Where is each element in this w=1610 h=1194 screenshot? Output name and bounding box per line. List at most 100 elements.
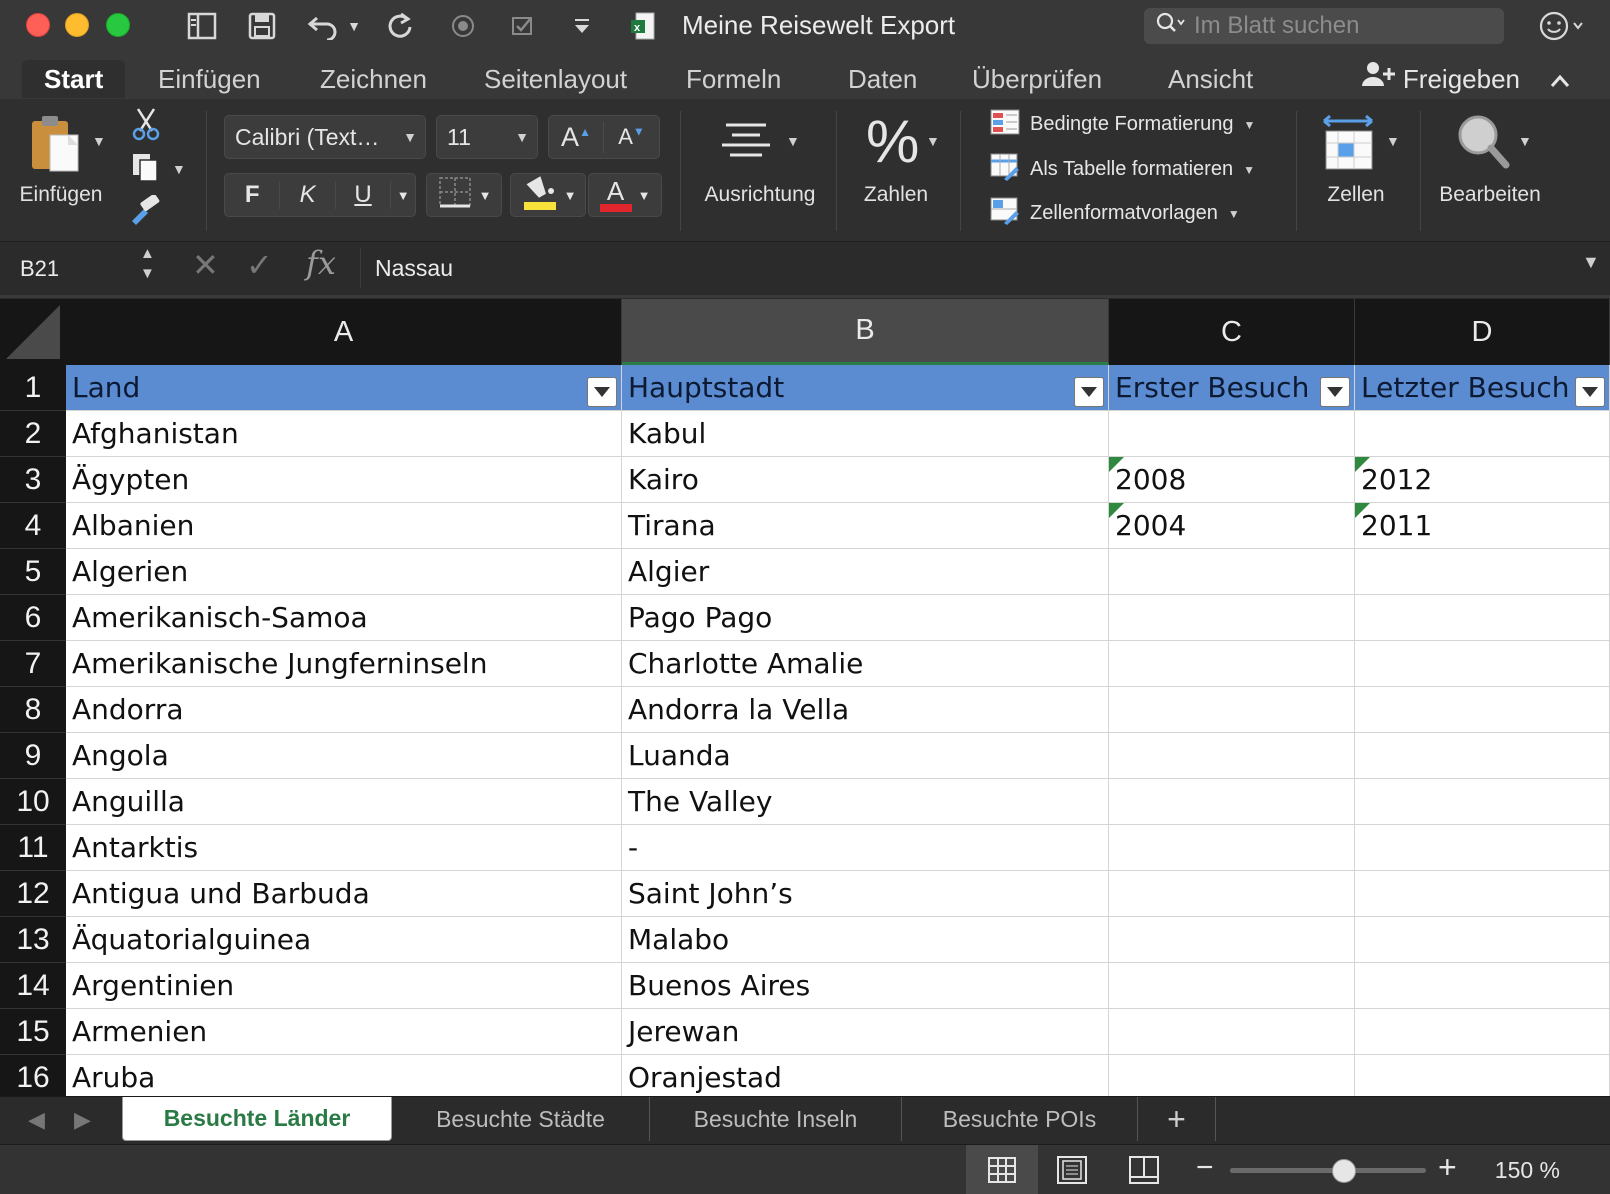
- table-header-cell[interactable]: Letzter Besuch: [1355, 365, 1610, 411]
- row-header[interactable]: 2: [0, 411, 66, 457]
- filter-dropdown-icon[interactable]: [1575, 377, 1605, 407]
- underline-dropdown-icon[interactable]: ▼: [391, 188, 415, 203]
- format-painter-icon[interactable]: [128, 193, 162, 230]
- cells-dropdown-icon[interactable]: ▼: [1386, 133, 1400, 149]
- tab-ueberpruefen[interactable]: Überprüfen: [950, 60, 1124, 98]
- cell-letzter-besuch[interactable]: 2011: [1355, 503, 1610, 549]
- page-layout-view-icon[interactable]: [1056, 1155, 1088, 1190]
- tab-formeln[interactable]: Formeln: [664, 60, 803, 98]
- page-break-view-icon[interactable]: [1128, 1155, 1160, 1190]
- cell-land[interactable]: Antigua und Barbuda: [66, 871, 622, 917]
- format-as-table-button[interactable]: Als Tabelle formatieren ▼: [990, 153, 1255, 186]
- cut-icon[interactable]: [130, 107, 162, 146]
- row-header[interactable]: 16: [0, 1055, 66, 1096]
- borders-button[interactable]: ▼: [426, 173, 502, 217]
- tab-ansicht[interactable]: Ansicht: [1146, 60, 1275, 98]
- sheet-search-input[interactable]: Im Blatt suchen: [1144, 8, 1504, 44]
- cancel-entry-icon[interactable]: ✕: [192, 246, 219, 284]
- filter-dropdown-icon[interactable]: [1074, 377, 1104, 407]
- filter-dropdown-icon[interactable]: [587, 377, 617, 407]
- cell-land[interactable]: Äquatorialguinea: [66, 917, 622, 963]
- row-header[interactable]: 15: [0, 1009, 66, 1055]
- zoom-window-button[interactable]: [106, 13, 130, 37]
- underline-button[interactable]: U: [336, 181, 392, 209]
- cell-hauptstadt[interactable]: Kairo: [622, 457, 1109, 503]
- row-header[interactable]: 8: [0, 687, 66, 733]
- select-all-button[interactable]: [0, 299, 66, 365]
- zoom-out-button[interactable]: −: [1196, 1151, 1214, 1185]
- cells-icon[interactable]: [1320, 113, 1380, 178]
- undo-icon[interactable]: [304, 8, 344, 44]
- cell-erster-besuch[interactable]: [1109, 641, 1355, 687]
- cell-erster-besuch[interactable]: 2004: [1109, 503, 1355, 549]
- filter-dropdown-icon[interactable]: [1320, 377, 1350, 407]
- expand-formula-bar-icon[interactable]: ▼: [1582, 252, 1600, 273]
- search-magnifier-icon[interactable]: [1456, 113, 1512, 178]
- cell-hauptstadt[interactable]: Pago Pago: [622, 595, 1109, 641]
- font-size-dropdown[interactable]: 11 ▼: [436, 115, 538, 159]
- cell-land[interactable]: Amerikanisch-Samoa: [66, 595, 622, 641]
- row-header[interactable]: 5: [0, 549, 66, 595]
- grow-font-button[interactable]: A▲: [549, 121, 605, 153]
- spreadsheet-grid[interactable]: A B C D 1 Land Hauptstadt Erster Besuch Letz…: [0, 299, 1610, 1096]
- cell-hauptstadt[interactable]: -: [622, 825, 1109, 871]
- sheet-tab-besuchte-laender[interactable]: Besuchte Länder: [122, 1097, 392, 1141]
- italic-button[interactable]: K: [280, 181, 336, 209]
- cell-hauptstadt[interactable]: Oranjestad: [622, 1055, 1109, 1096]
- paste-icon[interactable]: [28, 113, 84, 177]
- bold-button[interactable]: F: [225, 181, 281, 209]
- cell-erster-besuch[interactable]: [1109, 779, 1355, 825]
- cell-erster-besuch[interactable]: [1109, 687, 1355, 733]
- tab-zeichnen[interactable]: Zeichnen: [298, 60, 449, 98]
- cell-erster-besuch[interactable]: [1109, 595, 1355, 641]
- column-header-d[interactable]: D: [1355, 299, 1610, 365]
- zoom-slider[interactable]: [1230, 1159, 1426, 1183]
- cell-letzter-besuch[interactable]: [1355, 825, 1610, 871]
- insert-function-icon[interactable]: fx: [306, 244, 336, 282]
- number-as-text-warning-icon[interactable]: [1109, 457, 1124, 472]
- table-header-cell[interactable]: Hauptstadt: [622, 365, 1109, 411]
- cell-letzter-besuch[interactable]: [1355, 1055, 1610, 1096]
- row-header[interactable]: 7: [0, 641, 66, 687]
- row-header[interactable]: 3: [0, 457, 66, 503]
- name-box-stepper-icon[interactable]: ▲ ▼: [140, 244, 155, 284]
- cell-letzter-besuch[interactable]: [1355, 411, 1610, 457]
- cell-letzter-besuch[interactable]: 2012: [1355, 457, 1610, 503]
- cell-hauptstadt[interactable]: Saint John’s: [622, 871, 1109, 917]
- row-header[interactable]: 14: [0, 963, 66, 1009]
- column-header-c[interactable]: C: [1109, 299, 1355, 365]
- cell-hauptstadt[interactable]: Malabo: [622, 917, 1109, 963]
- add-sheet-button[interactable]: +: [1138, 1097, 1216, 1141]
- percent-icon[interactable]: %: [866, 107, 919, 176]
- row-header[interactable]: 1: [0, 365, 66, 411]
- record-icon[interactable]: [448, 8, 478, 44]
- close-window-button[interactable]: [26, 13, 50, 37]
- row-header[interactable]: 13: [0, 917, 66, 963]
- cell-letzter-besuch[interactable]: [1355, 595, 1610, 641]
- number-as-text-warning-icon[interactable]: [1109, 503, 1124, 518]
- sheet-tab-besuchte-pois[interactable]: Besuchte POIs: [902, 1097, 1138, 1141]
- cell-styles-button[interactable]: Zellenformatvorlagen ▼: [990, 197, 1240, 230]
- cell-land[interactable]: Armenien: [66, 1009, 622, 1055]
- cell-letzter-besuch[interactable]: [1355, 733, 1610, 779]
- cell-land[interactable]: Antarktis: [66, 825, 622, 871]
- cell-land[interactable]: Algerien: [66, 549, 622, 595]
- cell-land[interactable]: Amerikanische Jungferninseln: [66, 641, 622, 687]
- formula-input[interactable]: Nassau: [360, 248, 1578, 288]
- cell-hauptstadt[interactable]: Charlotte Amalie: [622, 641, 1109, 687]
- cell-letzter-besuch[interactable]: [1355, 687, 1610, 733]
- next-sheet-icon[interactable]: ▶: [74, 1107, 91, 1133]
- cell-land[interactable]: Argentinien: [66, 963, 622, 1009]
- cell-erster-besuch[interactable]: [1109, 1055, 1355, 1096]
- cell-hauptstadt[interactable]: Andorra la Vella: [622, 687, 1109, 733]
- fill-color-button[interactable]: ▼: [510, 173, 586, 217]
- customize-toolbar-icon[interactable]: [568, 8, 596, 44]
- copy-icon[interactable]: [130, 151, 162, 188]
- font-color-button[interactable]: A ▼: [588, 173, 662, 217]
- tab-einfuegen[interactable]: Einfügen: [136, 60, 283, 98]
- copy-dropdown-icon[interactable]: ▼: [172, 161, 186, 177]
- cell-erster-besuch[interactable]: [1109, 917, 1355, 963]
- cell-hauptstadt[interactable]: Jerewan: [622, 1009, 1109, 1055]
- row-header[interactable]: 12: [0, 871, 66, 917]
- cell-land[interactable]: Aruba: [66, 1055, 622, 1096]
